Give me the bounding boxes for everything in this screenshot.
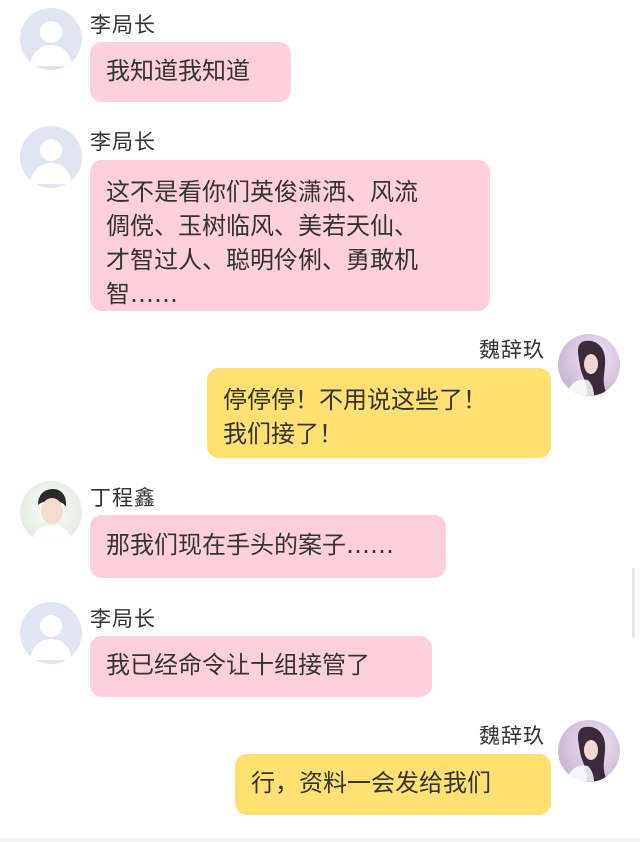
message-bubble[interactable]: 那我们现在手头的案子……	[90, 515, 446, 578]
message-text: 那我们现在手头的案子……	[106, 531, 394, 559]
message-text: 我们接了！	[223, 420, 343, 448]
sender-name: 李局长	[90, 13, 156, 37]
message-bubble[interactable]: 我已经命令让十组接管了	[90, 636, 432, 697]
sender-name: 魏辞玖	[479, 724, 545, 748]
scrollbar[interactable]	[632, 568, 635, 638]
user-photo-avatar[interactable]	[20, 481, 82, 543]
message-text: 智……	[106, 280, 178, 308]
message-text: 才智过人、聪明伶俐、勇敢机	[106, 246, 418, 274]
message-text: 我已经命令让十组接管了	[106, 651, 370, 679]
user-photo-avatar[interactable]	[558, 720, 620, 782]
default-avatar-icon[interactable]	[20, 8, 82, 70]
bottom-divider	[0, 838, 640, 842]
message-text: 这不是看你们英俊潇洒、风流	[106, 178, 418, 206]
default-avatar-icon[interactable]	[20, 126, 82, 188]
message-bubble[interactable]: 我知道我知道	[90, 42, 291, 102]
message-bubble[interactable]: 停停停！不用说这些了！ 我们接了！	[207, 368, 551, 458]
chat-area: 李局长 我知道我知道 李局长 这不是看你们英俊潇洒、风流 倜傥、玉树临风、美若天…	[0, 0, 640, 842]
message-text: 行，资料一会发给我们	[251, 769, 491, 797]
message-bubble[interactable]: 这不是看你们英俊潇洒、风流 倜傥、玉树临风、美若天仙、 才智过人、聪明伶俐、勇敢…	[90, 160, 490, 311]
sender-name: 李局长	[90, 607, 156, 631]
sender-name: 魏辞玖	[479, 338, 545, 362]
message-text: 我知道我知道	[106, 57, 250, 85]
message-text: 倜傥、玉树临风、美若天仙、	[106, 212, 418, 240]
sender-name: 李局长	[90, 130, 156, 154]
message-bubble[interactable]: 行，资料一会发给我们	[235, 754, 551, 815]
user-photo-avatar[interactable]	[558, 334, 620, 396]
default-avatar-icon[interactable]	[20, 602, 82, 664]
message-text: 停停停！不用说这些了！	[223, 386, 487, 414]
sender-name: 丁程鑫	[90, 486, 156, 510]
